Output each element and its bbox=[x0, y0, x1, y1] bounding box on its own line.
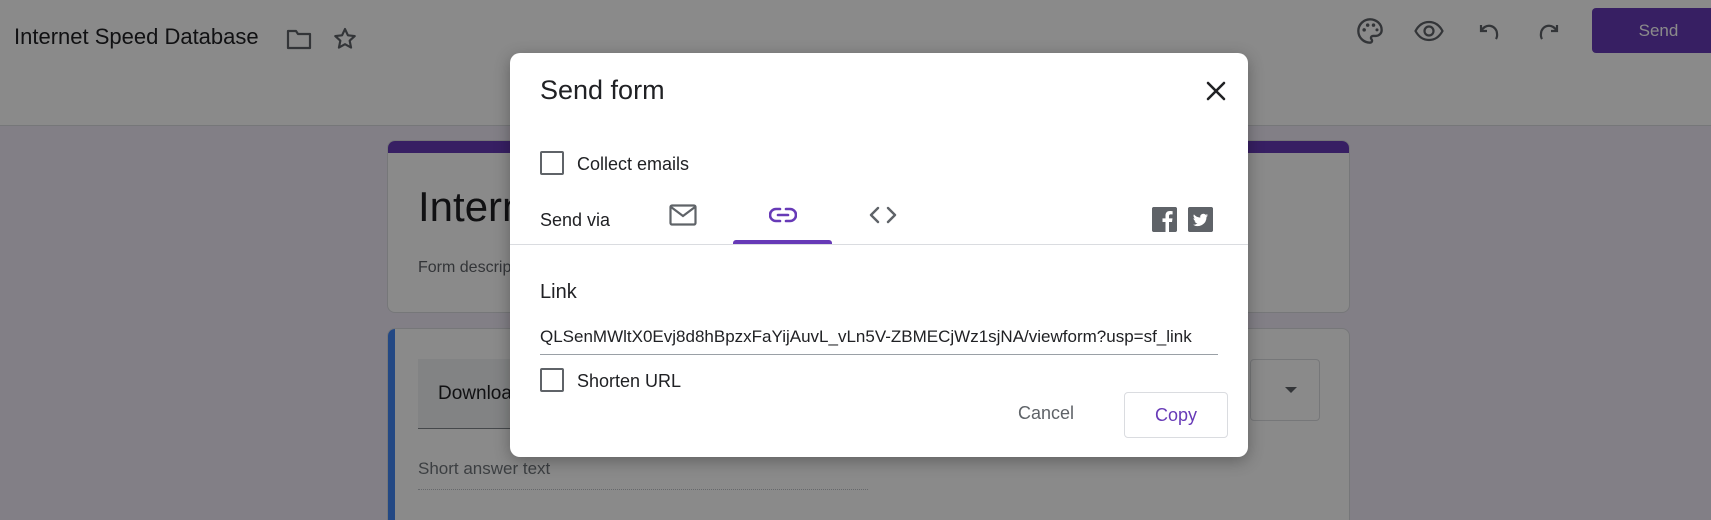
link-section-label: Link bbox=[540, 281, 577, 303]
collect-emails-label[interactable]: Collect emails bbox=[577, 154, 689, 175]
link-icon bbox=[768, 207, 797, 228]
twitter-icon[interactable] bbox=[1188, 207, 1213, 232]
link-url-field[interactable]: QLSenMWltX0Evj8d8hBpzxFaYijAuvL_vLn5V-ZB… bbox=[540, 327, 1218, 355]
send-form-dialog: Send form Collect emails Send via Link Q… bbox=[510, 53, 1248, 457]
facebook-icon[interactable] bbox=[1152, 207, 1177, 232]
email-icon bbox=[669, 203, 697, 231]
tab-embed[interactable] bbox=[848, 189, 918, 245]
tab-email[interactable] bbox=[650, 189, 716, 245]
close-icon[interactable] bbox=[1198, 73, 1234, 109]
shorten-url-checkbox[interactable] bbox=[540, 368, 564, 392]
tab-divider bbox=[510, 244, 1248, 245]
send-via-label: Send via bbox=[540, 210, 611, 230]
cancel-button[interactable]: Cancel bbox=[1006, 393, 1086, 433]
collect-emails-checkbox[interactable] bbox=[540, 151, 564, 175]
copy-button[interactable]: Copy bbox=[1124, 392, 1228, 438]
tab-link[interactable] bbox=[733, 189, 832, 245]
embed-code-icon bbox=[869, 206, 897, 229]
shorten-url-label[interactable]: Shorten URL bbox=[577, 371, 681, 392]
dialog-title: Send form bbox=[540, 75, 665, 105]
